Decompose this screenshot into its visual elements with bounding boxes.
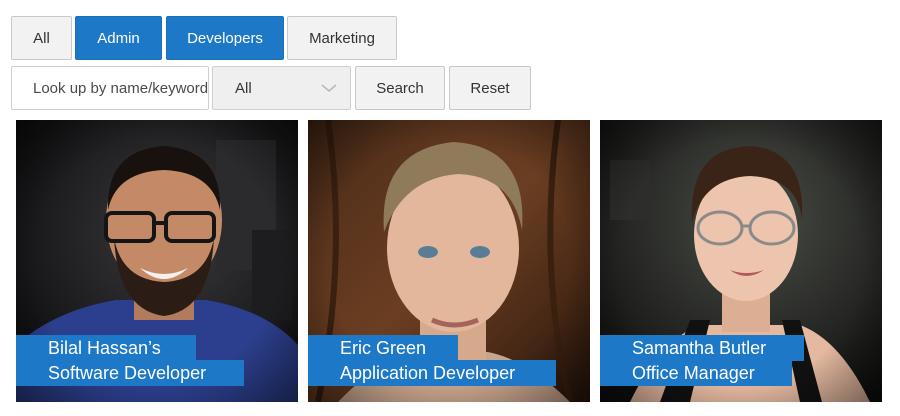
category-select-value: All bbox=[235, 79, 252, 97]
filter-developers-button[interactable]: Developers bbox=[166, 16, 284, 60]
team-card[interactable]: Bilal Hassan’s Software Developer bbox=[16, 120, 298, 402]
search-button[interactable]: Search bbox=[355, 66, 445, 110]
member-name: Bilal Hassan’s bbox=[16, 335, 196, 361]
chevron-down-icon bbox=[321, 84, 337, 93]
reset-button[interactable]: Reset bbox=[449, 66, 531, 110]
category-select[interactable]: All bbox=[212, 66, 351, 110]
team-card[interactable]: Samantha Butler Office Manager bbox=[600, 120, 882, 402]
filter-all-button[interactable]: All bbox=[11, 16, 72, 60]
filter-admin-button[interactable]: Admin bbox=[75, 16, 162, 60]
filter-marketing-button[interactable]: Marketing bbox=[287, 16, 397, 60]
team-card[interactable]: Eric Green Application Developer bbox=[308, 120, 590, 402]
member-name: Samantha Butler bbox=[600, 335, 804, 361]
search-input[interactable] bbox=[11, 66, 209, 110]
member-name: Eric Green bbox=[308, 335, 458, 361]
member-role: Office Manager bbox=[600, 360, 792, 386]
member-role: Software Developer bbox=[16, 360, 244, 386]
member-role: Application Developer bbox=[308, 360, 556, 386]
